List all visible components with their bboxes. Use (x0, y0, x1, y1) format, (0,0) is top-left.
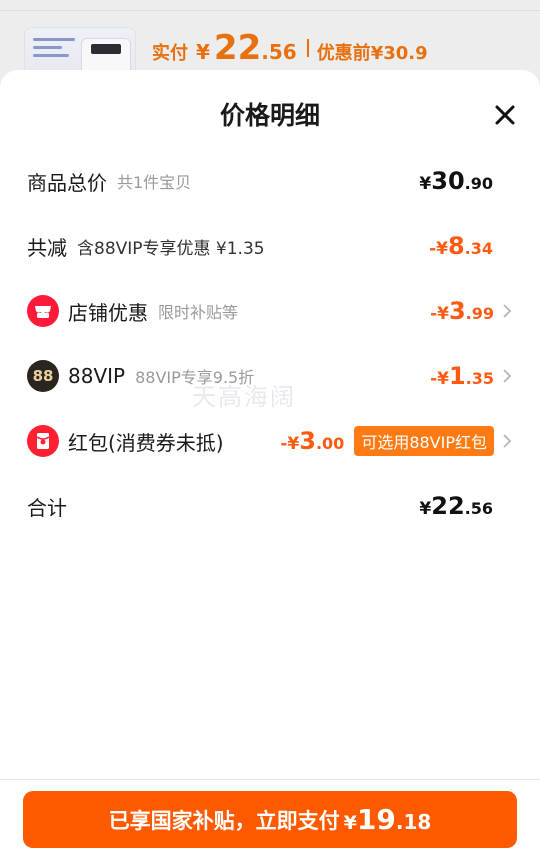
sheet-title: 价格明细 (219, 101, 320, 130)
price-detail-sheet: 价格明细 商品总价 共1件宝贝 ¥30.90 共减 含88VIP专享优惠 ¥1.… (0, 70, 540, 856)
price-label: 实付 (152, 43, 188, 64)
original-price-label: 优惠前 (316, 43, 371, 64)
reduction-detail: 含88VIP专享优惠 ¥1.35 (77, 238, 265, 259)
original-price: ¥30.9 (370, 43, 428, 64)
background-price: 实付 ¥ 22 .56 优惠前 ¥30.9 (152, 28, 428, 68)
sum-amount: ¥22.56 (419, 492, 493, 520)
scale-display (91, 44, 121, 54)
sum-label: 合计 (27, 495, 67, 520)
bottom-bar: 已享国家补贴，立即支付 ¥19.18 (0, 780, 540, 856)
chevron-right-icon (503, 434, 512, 448)
vip-icon: 88 (27, 360, 59, 392)
close-icon[interactable] (492, 102, 518, 128)
total-price-row: 商品总价 共1件宝贝 ¥30.90 (0, 157, 540, 205)
price-decimal: .56 (261, 40, 297, 64)
pay-button[interactable]: 已享国家补贴，立即支付 ¥19.18 (23, 791, 517, 848)
red-packet-amount: -¥ 3.00 (280, 427, 345, 455)
shop-discount-amount: -¥ 3.99 (430, 297, 494, 325)
vip-label: 88VIP (68, 364, 126, 388)
chevron-right-icon (503, 369, 512, 383)
chevron-right-icon (503, 304, 512, 318)
price-integer: 22 (213, 28, 262, 68)
red-packet-icon (27, 425, 59, 457)
reduction-amount: -¥ 8.34 (429, 232, 493, 260)
shop-discount-label: 店铺优惠 (68, 300, 148, 325)
item-count: 共1件宝贝 (117, 173, 192, 192)
divider (0, 10, 540, 11)
vip-discount-amount: -¥ 1.35 (430, 362, 494, 390)
price-currency: ¥ (196, 40, 210, 64)
pay-amount: ¥19.18 (343, 803, 432, 836)
thumbnail-text-lines (33, 38, 75, 62)
pay-button-label: 已享国家补贴，立即支付 (108, 808, 340, 833)
shop-icon (27, 295, 59, 327)
watermark: 天高海阔 (192, 383, 296, 411)
vip-red-packet-badge[interactable]: 可选用88VIP红包 (354, 426, 494, 456)
reduction-label: 共减 (27, 235, 67, 260)
total-price-label: 商品总价 (27, 170, 107, 195)
shop-discount-row[interactable]: 店铺优惠 限时补贴等 -¥ 3.99 (0, 287, 540, 335)
total-reduction-row: 共减 含88VIP专享优惠 ¥1.35 -¥ 8.34 (0, 222, 540, 270)
red-packet-label: 红包(消费券未抵) (68, 430, 224, 455)
red-packet-row[interactable]: 红包(消费券未抵) -¥ 3.00 可选用88VIP红包 (0, 417, 540, 465)
vip-icon-text: 88 (32, 367, 54, 385)
price-separator (306, 39, 309, 57)
sum-row: 合计 ¥22.56 (0, 482, 540, 530)
total-price-amount: ¥30.90 (419, 167, 493, 195)
shop-discount-detail: 限时补贴等 (158, 303, 239, 322)
